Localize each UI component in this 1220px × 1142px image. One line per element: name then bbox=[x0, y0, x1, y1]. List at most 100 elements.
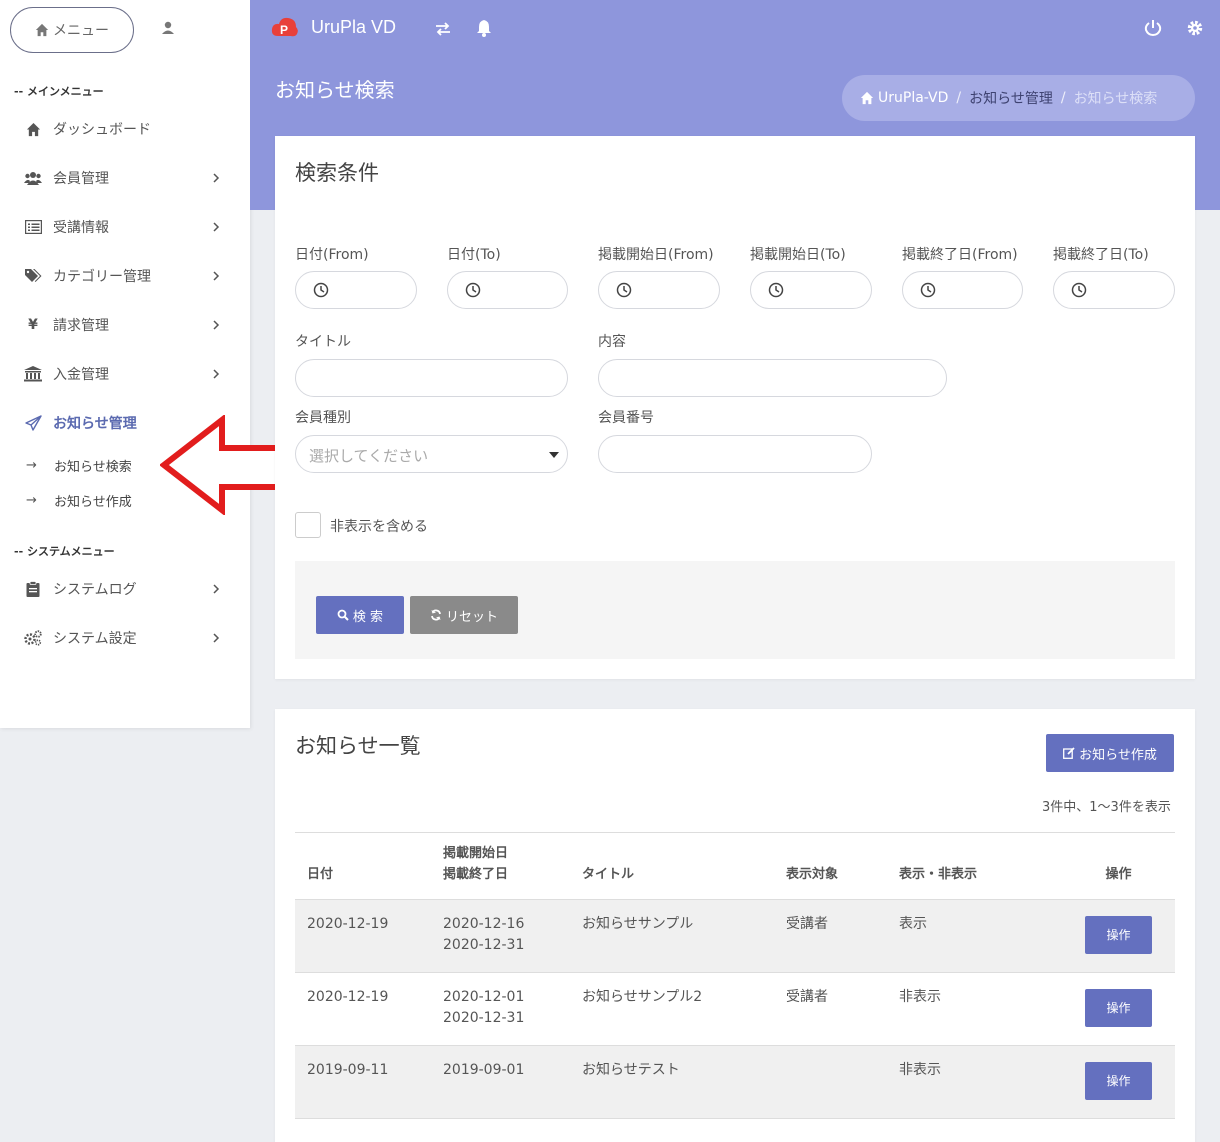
member-type-select[interactable]: 選択してください bbox=[295, 435, 568, 473]
caret-down-icon bbox=[549, 452, 559, 458]
cell-target: 受講者 bbox=[774, 972, 887, 1046]
cell-title: お知らせテスト bbox=[570, 1045, 774, 1119]
reset-button[interactable]: リセット bbox=[410, 596, 518, 634]
svg-text:P: P bbox=[280, 23, 288, 37]
cell-visibility: 非表示 bbox=[887, 1045, 1062, 1119]
search-icon bbox=[337, 609, 349, 621]
row-action-button[interactable]: 操作 bbox=[1085, 916, 1152, 954]
content-label: 内容 bbox=[598, 334, 626, 350]
cell-target: 受講者 bbox=[774, 899, 887, 973]
page-title: お知らせ検索 bbox=[275, 78, 395, 102]
sidebar-subitem-label: お知らせ作成 bbox=[54, 495, 132, 510]
include-hidden-checkbox[interactable] bbox=[295, 512, 321, 538]
row-action-button[interactable]: 操作 bbox=[1085, 989, 1152, 1027]
pub-start-to-label: 掲載開始日(To) bbox=[750, 247, 846, 263]
sidebar-subitem-notice-create[interactable]: → お知らせ作成 bbox=[26, 491, 132, 510]
breadcrumb-item-notices[interactable]: お知らせ管理 bbox=[969, 88, 1053, 108]
home-icon bbox=[24, 120, 42, 138]
sidebar-item-system-log[interactable]: システムログ bbox=[0, 574, 250, 604]
edit-icon bbox=[1063, 747, 1075, 759]
cell-pub-end: 2020-12-31 bbox=[443, 937, 525, 953]
cell-pub-start: 2019-09-01 bbox=[443, 1062, 525, 1078]
sidebar-item-system-settings[interactable]: システム設定 bbox=[0, 623, 250, 653]
chevron-right-icon bbox=[213, 173, 220, 183]
system-menu-title: -- システムメニュー bbox=[14, 545, 115, 558]
search-button[interactable]: 検 索 bbox=[316, 596, 404, 634]
member-no-input[interactable] bbox=[598, 435, 872, 473]
pub-start-to-input[interactable] bbox=[750, 271, 872, 309]
sidebar-item-members[interactable]: 会員管理 bbox=[0, 163, 250, 193]
clock-icon bbox=[313, 282, 329, 298]
paper-plane-icon bbox=[24, 414, 42, 432]
date-from-input[interactable] bbox=[295, 271, 417, 309]
user-icon[interactable] bbox=[158, 18, 178, 38]
sidebar-item-billing[interactable]: ¥ 請求管理 bbox=[0, 310, 250, 340]
clock-icon bbox=[920, 282, 936, 298]
cell-visibility: 非表示 bbox=[887, 972, 1062, 1046]
users-icon bbox=[24, 169, 42, 187]
column-header-pub-start: 掲載開始日 bbox=[443, 846, 509, 861]
column-header-visibility: 表示・非表示 bbox=[887, 832, 1062, 900]
title-label: タイトル bbox=[295, 334, 351, 350]
sidebar-item-categories[interactable]: カテゴリー管理 bbox=[0, 261, 250, 291]
create-notice-button[interactable]: お知らせ作成 bbox=[1046, 734, 1174, 772]
breadcrumb-separator: / bbox=[1060, 90, 1066, 106]
sidebar-subitem-label: お知らせ検索 bbox=[54, 460, 132, 475]
swap-icon[interactable] bbox=[433, 19, 453, 39]
sidebar-item-dashboard[interactable]: ダッシュボード bbox=[0, 114, 250, 144]
table-header-row: 日付 掲載開始日 掲載終了日 タイトル 表示対象 表示・非表示 操作 bbox=[295, 832, 1175, 900]
member-type-placeholder: 選択してください bbox=[309, 447, 429, 465]
table-row: 2019-09-11 2019-09-01 お知らせテスト 非表示 操作 bbox=[295, 1045, 1175, 1119]
cell-title: お知らせサンプル2 bbox=[570, 972, 774, 1046]
yen-icon: ¥ bbox=[28, 317, 38, 333]
logo-icon[interactable]: P bbox=[270, 14, 300, 44]
content-input[interactable] bbox=[598, 359, 947, 397]
refresh-icon bbox=[431, 609, 441, 621]
date-to-input[interactable] bbox=[447, 271, 568, 309]
pub-start-from-label: 掲載開始日(From) bbox=[598, 247, 714, 263]
pub-end-from-input[interactable] bbox=[902, 271, 1023, 309]
row-action-button[interactable]: 操作 bbox=[1085, 1062, 1152, 1100]
cell-title: お知らせサンプル bbox=[570, 899, 774, 973]
cell-action: 操作 bbox=[1062, 1045, 1175, 1119]
title-input[interactable] bbox=[295, 359, 568, 397]
tags-icon bbox=[24, 267, 42, 285]
clipboard-icon bbox=[24, 580, 42, 598]
table-row: 2020-12-19 2020-12-01 2020-12-31 お知らせサンプ… bbox=[295, 972, 1175, 1046]
column-header-pub-end: 掲載終了日 bbox=[443, 867, 509, 882]
chevron-right-icon bbox=[213, 584, 220, 594]
cell-pub-period: 2020-12-01 2020-12-31 bbox=[431, 972, 570, 1046]
sidebar: メニュー -- メインメニュー ダッシュボード 会員管理 受講情報 カテゴリー管… bbox=[0, 0, 250, 728]
chevron-right-icon bbox=[213, 369, 220, 379]
pub-end-to-input[interactable] bbox=[1053, 271, 1175, 309]
column-header-date: 日付 bbox=[295, 832, 431, 900]
pub-start-from-input[interactable] bbox=[598, 271, 720, 309]
main-menu-title: -- メインメニュー bbox=[14, 85, 104, 98]
home-icon bbox=[35, 23, 49, 37]
sidebar-item-label: システム設定 bbox=[53, 631, 137, 647]
menu-button[interactable]: メニュー bbox=[10, 7, 134, 53]
search-card: 検索条件 日付(From) 日付(To) 掲載開始日(From) 掲載開始日(T… bbox=[275, 136, 1195, 679]
brand-name[interactable]: UruPla VD bbox=[311, 17, 396, 38]
arrow-right-icon: → bbox=[26, 493, 37, 508]
power-icon[interactable] bbox=[1143, 18, 1163, 38]
breadcrumb-item-home[interactable]: UruPla-VD bbox=[878, 90, 948, 106]
sidebar-item-label: お知らせ管理 bbox=[53, 416, 137, 432]
column-header-pub-period: 掲載開始日 掲載終了日 bbox=[431, 832, 570, 900]
reset-button-label: リセット bbox=[445, 609, 498, 625]
sidebar-item-label: 会員管理 bbox=[53, 171, 109, 187]
column-header-title: タイトル bbox=[570, 832, 774, 900]
bell-icon[interactable] bbox=[474, 18, 494, 38]
sidebar-item-label: ダッシュボード bbox=[53, 122, 151, 138]
sidebar-item-courses[interactable]: 受講情報 bbox=[0, 212, 250, 242]
button-area: 検 索 リセット bbox=[295, 561, 1175, 659]
create-notice-button-label: お知らせ作成 bbox=[1079, 747, 1157, 763]
breadcrumb-item-current: お知らせ検索 bbox=[1073, 91, 1158, 107]
chevron-right-icon bbox=[213, 320, 220, 330]
cell-target bbox=[774, 1045, 887, 1119]
gear-icon[interactable] bbox=[1185, 18, 1205, 38]
sidebar-subitem-notice-search[interactable]: → お知らせ検索 bbox=[26, 456, 132, 475]
search-button-label: 検 索 bbox=[352, 609, 384, 625]
topbar: P UruPla VD bbox=[250, 0, 1220, 58]
sidebar-item-payments[interactable]: 入金管理 bbox=[0, 359, 250, 389]
